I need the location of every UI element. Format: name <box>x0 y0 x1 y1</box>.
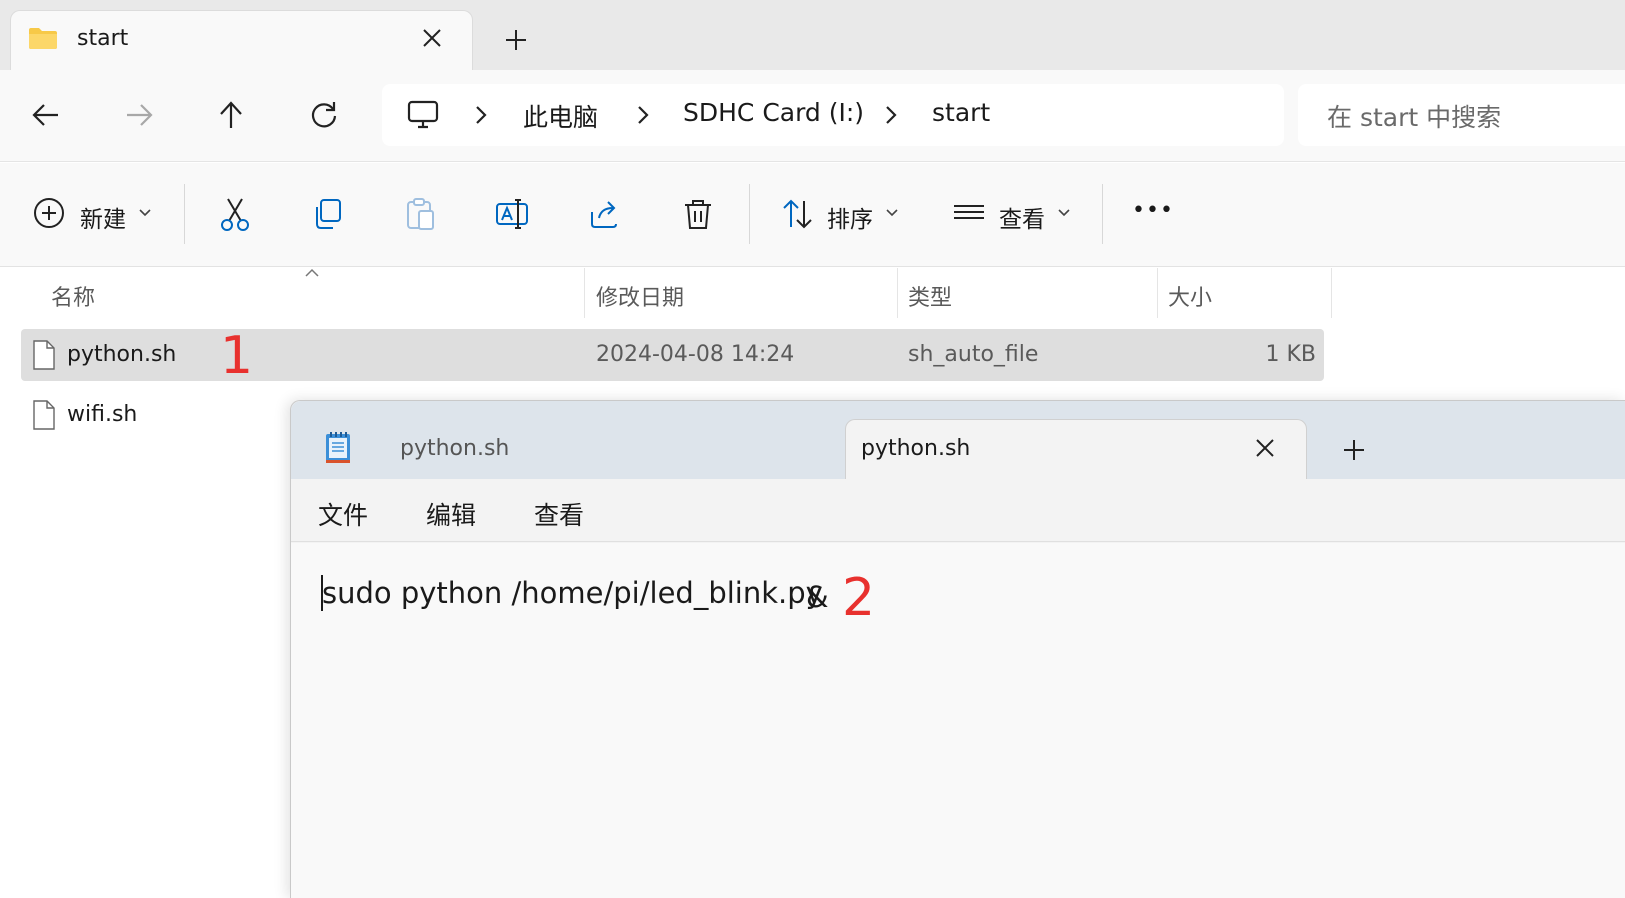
folder-icon <box>28 27 58 50</box>
search-placeholder: 在 start 中搜索 <box>1327 103 1502 132</box>
toolbar-divider <box>184 184 185 244</box>
view-icon[interactable] <box>951 196 987 232</box>
plus-icon[interactable] <box>502 26 530 54</box>
column-divider[interactable] <box>897 268 898 318</box>
file-modified: 2024-04-08 14:24 <box>596 342 795 367</box>
column-header-modified[interactable]: 修改日期 <box>596 280 684 312</box>
plus-icon[interactable] <box>1340 436 1368 464</box>
column-header-type[interactable]: 类型 <box>908 280 952 312</box>
view-button[interactable]: 查看 <box>999 200 1045 234</box>
copy-icon[interactable] <box>310 196 346 232</box>
column-header-size[interactable]: 大小 <box>1168 280 1212 312</box>
chevron-down-icon[interactable] <box>885 208 899 218</box>
up-arrow-icon[interactable] <box>211 95 251 135</box>
menu-edit[interactable]: 编辑 <box>426 496 476 532</box>
refresh-icon[interactable] <box>304 95 344 135</box>
more-options-button[interactable]: ••• <box>1132 198 1174 223</box>
menu-view[interactable]: 查看 <box>534 496 584 532</box>
notepad-menu-bar <box>291 479 1625 542</box>
file-name[interactable]: python.sh <box>67 342 176 367</box>
paste-icon[interactable] <box>402 196 438 232</box>
explorer-tab-title: start <box>77 26 129 51</box>
breadcrumb-sdhc-card[interactable]: SDHC Card (I:) <box>683 98 864 127</box>
share-icon[interactable] <box>587 196 623 232</box>
column-divider[interactable] <box>584 268 585 318</box>
notepad-content[interactable]: sudo python /home/pi/led_blink.py <box>322 576 823 610</box>
file-icon <box>33 400 55 430</box>
chevron-down-icon[interactable] <box>1057 208 1071 218</box>
notepad-content-tail[interactable]: & <box>806 580 829 614</box>
new-icon[interactable] <box>32 196 68 232</box>
forward-arrow-icon[interactable] <box>119 95 159 135</box>
column-divider[interactable] <box>1331 268 1332 318</box>
back-arrow-icon[interactable] <box>26 95 66 135</box>
notepad-tab-active-title: python.sh <box>861 436 971 461</box>
rename-icon[interactable] <box>494 196 530 232</box>
breadcrumb-this-pc[interactable]: 此电脑 <box>523 98 598 134</box>
chevron-down-icon[interactable] <box>138 208 152 218</box>
chevron-right-icon[interactable] <box>882 104 900 126</box>
close-icon[interactable] <box>1252 435 1278 461</box>
file-icon <box>33 340 55 370</box>
chevron-right-icon[interactable] <box>634 104 652 126</box>
file-size: 1 KB <box>1265 342 1316 367</box>
toolbar-divider <box>1102 184 1103 244</box>
new-button[interactable]: 新建 <box>80 200 126 234</box>
column-header-name[interactable]: 名称 <box>51 280 95 312</box>
chevron-right-icon[interactable] <box>472 104 490 126</box>
column-divider[interactable] <box>1157 268 1158 318</box>
file-type: sh_auto_file <box>908 342 1039 367</box>
notepad-tab-inactive[interactable]: python.sh <box>400 436 509 461</box>
toolbar-divider <box>749 184 750 244</box>
annotation-number: 1 <box>220 326 254 386</box>
close-icon[interactable] <box>418 24 446 52</box>
cut-icon[interactable] <box>217 196 253 232</box>
sort-ascending-icon <box>304 268 320 278</box>
menu-file[interactable]: 文件 <box>318 496 368 532</box>
sort-icon[interactable] <box>780 196 816 232</box>
computer-icon[interactable] <box>406 99 440 131</box>
sort-button[interactable]: 排序 <box>827 200 873 234</box>
notepad-icon <box>324 430 352 464</box>
breadcrumb-start[interactable]: start <box>932 98 990 127</box>
file-name[interactable]: wifi.sh <box>67 402 137 427</box>
delete-icon[interactable] <box>680 196 716 232</box>
annotation-number: 2 <box>842 568 876 628</box>
